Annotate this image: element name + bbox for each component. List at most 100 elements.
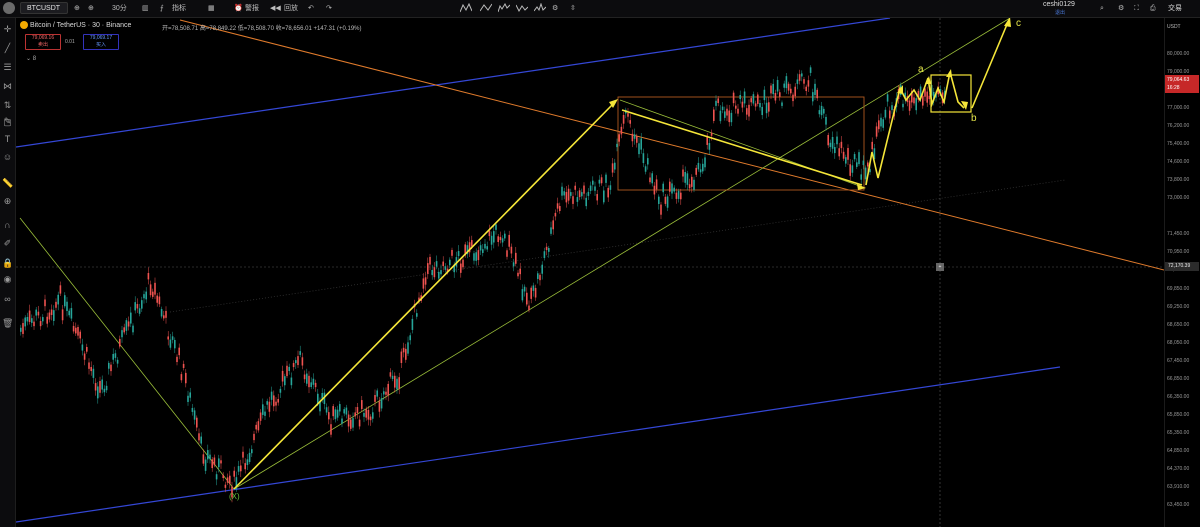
interval-button[interactable]: 30分 (112, 2, 127, 15)
replay-icon[interactable]: ◀◀ (270, 2, 281, 15)
elliott-wave-icon[interactable] (498, 3, 510, 13)
indicators-button[interactable]: 指标 (172, 2, 186, 15)
candle-body (772, 83, 774, 95)
logout-link[interactable]: 退出 (1055, 9, 1065, 16)
pattern-tool-icon[interactable] (460, 3, 472, 13)
buy-button[interactable]: 79,069.17 买入 (83, 34, 119, 50)
add-symbol-icon[interactable]: ⊕ (88, 2, 94, 15)
candle-body (561, 186, 563, 196)
candle-body (572, 196, 574, 204)
candle-body (779, 92, 781, 97)
zoom-icon[interactable]: ⊕ (2, 196, 13, 207)
volume-indicator[interactable]: ⌄ 8 (26, 55, 36, 62)
candle-body (532, 285, 535, 291)
text-icon[interactable]: T (2, 134, 13, 145)
candle-body (429, 256, 431, 265)
head-shoulders-icon[interactable] (534, 3, 546, 13)
drawing-toolbar (0, 18, 16, 527)
candle-body (559, 205, 561, 212)
candle-body (55, 301, 57, 308)
candle-body (273, 395, 275, 407)
candle-body (928, 95, 931, 100)
camera-icon[interactable]: ⎙ (1150, 2, 1156, 15)
candle-body (97, 386, 99, 399)
candle-body (640, 138, 642, 150)
lock-icon[interactable]: 🔒 (2, 258, 13, 269)
undo-icon[interactable]: ↶ (308, 2, 314, 15)
candle-body (829, 142, 832, 147)
candle-body (567, 188, 570, 201)
layout-icon[interactable]: ▦ (208, 2, 215, 15)
candle-body (607, 187, 609, 198)
magnet-icon[interactable]: ∩ (2, 220, 13, 231)
price-tick: 71,450.00 (1167, 231, 1190, 238)
candle-body (552, 220, 554, 230)
trash-icon[interactable]: 🗑 (2, 318, 13, 329)
candle-body (697, 162, 700, 170)
candle-body (508, 234, 510, 247)
settings-icon[interactable]: ⚙ (1118, 2, 1124, 15)
candle-body (482, 249, 484, 253)
price-range-icon[interactable]: ⇳ (570, 2, 576, 15)
rectangle-icon[interactable]: ▢ (2, 117, 13, 128)
candle-body (807, 80, 810, 87)
triangle-pattern-icon[interactable] (516, 3, 528, 13)
candle-body (871, 141, 873, 150)
search-icon[interactable]: ⌕ (1100, 2, 1104, 15)
avatar[interactable] (3, 2, 15, 14)
candle-body (35, 309, 37, 316)
candle-body (922, 96, 924, 106)
pattern-icon[interactable]: ⋈ (2, 81, 13, 92)
settings-icon[interactable]: ⚙ (552, 2, 558, 15)
candle-body (374, 395, 376, 402)
alert-icon[interactable]: ⏰ (234, 2, 243, 15)
fib-icon[interactable]: ☰ (2, 62, 13, 73)
fullscreen-icon[interactable]: ⛶ (1134, 2, 1139, 15)
candle-body (457, 251, 460, 257)
candle-body (363, 412, 365, 417)
candle-body (543, 251, 546, 259)
currency-label[interactable]: USDT (1167, 24, 1181, 30)
candle-body (653, 185, 656, 195)
link-icon[interactable]: ∞ (2, 294, 13, 305)
trendline-icon[interactable]: ╱ (2, 43, 13, 54)
projection-icon[interactable]: ⇅ (2, 100, 13, 111)
crosshair-plus-icon[interactable]: + (936, 263, 944, 271)
candle-body (770, 85, 772, 94)
price-chart[interactable] (16, 18, 1164, 527)
ruler-icon[interactable]: 📏 (2, 178, 13, 189)
candle-body (537, 273, 539, 279)
username[interactable]: ceshi0129 (1043, 1, 1075, 8)
candle-body (207, 450, 209, 460)
symbol-title[interactable]: Bitcoin / TetherUS · 30 · Binance (30, 22, 131, 29)
candle-body (563, 191, 565, 196)
abcd-pattern-icon[interactable] (480, 3, 492, 13)
candle-body (141, 300, 143, 309)
crosshair-icon[interactable]: ✛ (2, 24, 13, 35)
symbol-search[interactable]: BTCUSDT (20, 2, 68, 14)
chart-type-icon[interactable]: ▥ (142, 2, 149, 15)
replay-button[interactable]: 回放 (284, 2, 298, 15)
green-drop-line (19, 217, 235, 490)
compare-icon[interactable]: ⊕ (74, 2, 80, 15)
redo-icon[interactable]: ↷ (326, 2, 332, 15)
eye-icon[interactable]: ◉ (2, 274, 13, 285)
candle-body (356, 407, 359, 414)
drawing-mode-icon[interactable]: ✐ (2, 238, 13, 249)
candle-body (642, 153, 645, 164)
candle-body (332, 406, 334, 417)
trade-button[interactable]: 交易 (1168, 3, 1182, 13)
candle-body (105, 385, 108, 391)
alert-button[interactable]: 警报 (245, 2, 259, 15)
candle-body (629, 120, 631, 124)
candle-body (576, 197, 579, 202)
candle-body (713, 109, 715, 121)
collapse-chevron-icon[interactable]: ⌄ (26, 56, 31, 62)
indicators-icon[interactable]: ⨍ (160, 2, 164, 15)
sell-button[interactable]: 79,069.16 卖出 (25, 34, 61, 50)
volume-value: 8 (32, 56, 37, 62)
candle-body (845, 157, 847, 164)
candle-body (827, 134, 829, 146)
emoji-icon[interactable]: ☺ (2, 152, 13, 163)
wave-label-b: b (971, 113, 977, 124)
